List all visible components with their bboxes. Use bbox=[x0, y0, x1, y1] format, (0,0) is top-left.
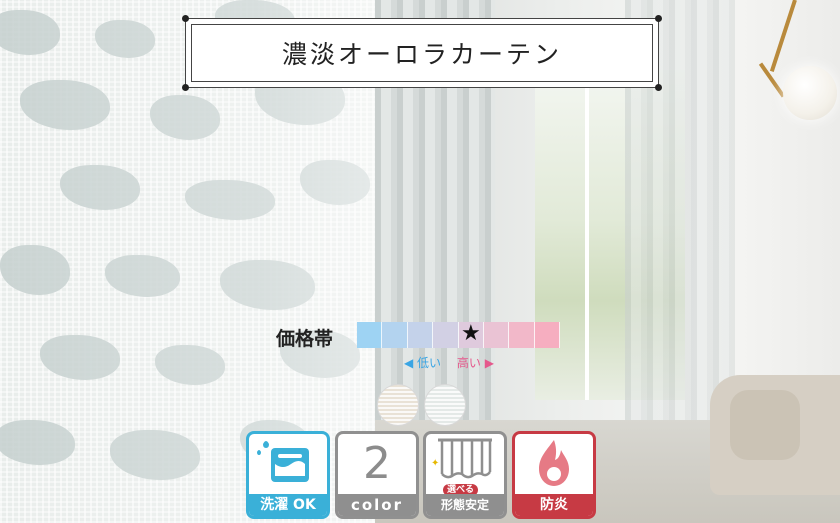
svg-text:✦: ✦ bbox=[431, 458, 439, 469]
swatch-gray[interactable] bbox=[424, 384, 466, 426]
pleat-curtain-icon: ✦ bbox=[431, 438, 492, 479]
price-band-bar: ★ bbox=[357, 321, 560, 348]
feature-washable: 洗濯 OK bbox=[246, 431, 330, 519]
price-low-label: ◀ 低い bbox=[404, 356, 442, 370]
price-segment bbox=[357, 322, 383, 348]
feature-color-count: 2 color bbox=[335, 431, 419, 519]
price-band-label: 価格帯 bbox=[276, 328, 334, 350]
feature-shape-label: 形態安定 bbox=[426, 494, 504, 516]
feature-fire-label: 防炎 bbox=[515, 494, 593, 516]
feature-shape-stable: ✦ 選べる 形態安定 bbox=[423, 431, 507, 519]
price-segment bbox=[483, 322, 510, 348]
feature-washable-label: 洗濯 OK bbox=[249, 494, 327, 516]
price-segment bbox=[433, 322, 459, 348]
feature-color-label: color bbox=[338, 494, 416, 516]
feature-fire-retardant: 防炎 bbox=[512, 431, 596, 519]
price-segment bbox=[407, 322, 434, 348]
color-count-value: 2 bbox=[363, 438, 391, 489]
price-star-icon: ★ bbox=[461, 321, 481, 346]
swatch-beige[interactable] bbox=[377, 384, 419, 426]
flame-icon bbox=[539, 440, 569, 486]
pendant-lamp bbox=[783, 66, 837, 120]
price-high-label: 高い ▶ bbox=[456, 356, 494, 370]
price-segment bbox=[534, 322, 560, 348]
title-banner: 濃淡オーロラカーテン bbox=[182, 15, 662, 91]
price-segment bbox=[382, 322, 408, 348]
price-segment bbox=[509, 322, 535, 348]
washing-machine-icon bbox=[257, 441, 309, 482]
product-title: 濃淡オーロラカーテン bbox=[281, 40, 562, 69]
price-scale: ◀ 低い 高い ▶ bbox=[404, 354, 494, 371]
